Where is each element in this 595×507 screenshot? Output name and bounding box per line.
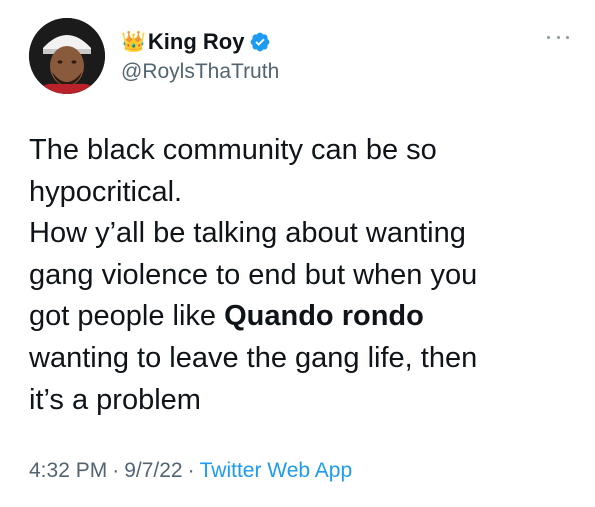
crown-icon: 👑 xyxy=(121,31,146,53)
tweet-source-link[interactable]: Twitter Web App xyxy=(200,459,353,482)
tweet-line: The black community can be so xyxy=(29,134,437,166)
tweet-text: The black community can be so hypocritic… xyxy=(29,130,574,421)
tweet-date[interactable]: 9/7/22 xyxy=(124,459,182,482)
tweet-text-segment: got people like xyxy=(29,300,225,333)
author-name-row[interactable]: 👑 King Roy xyxy=(121,27,271,57)
tweet-line: hypocritical. xyxy=(29,175,183,208)
separator: · xyxy=(187,459,195,482)
tweet-time[interactable]: 4:32 PM xyxy=(29,459,107,482)
tweet-line: gang violence to end but when you xyxy=(29,258,478,291)
avatar[interactable] xyxy=(29,18,105,94)
dot xyxy=(556,35,560,39)
tweet-line: How y’all be talking about wanting xyxy=(29,217,466,250)
more-options-icon[interactable] xyxy=(547,30,569,44)
tweet-card: 👑 King Roy @RoylsThaTruth The black comm… xyxy=(0,0,595,507)
dot xyxy=(566,35,569,39)
verified-badge-icon xyxy=(249,31,271,53)
dot xyxy=(547,35,550,39)
tweet-line: got people like Quando rondo xyxy=(29,296,574,338)
author-handle[interactable]: @RoylsThaTruth xyxy=(121,60,279,84)
tweet-metadata: 4:32 PM · 9/7/22 · Twitter Web App xyxy=(29,459,352,483)
bold-name: Quando rondo xyxy=(224,300,424,333)
tweet-line: wanting to leave the gang life, then xyxy=(29,341,478,374)
separator: · xyxy=(112,459,120,482)
display-name[interactable]: King Roy xyxy=(148,29,245,55)
tweet-line: it’s a problem xyxy=(29,383,201,416)
